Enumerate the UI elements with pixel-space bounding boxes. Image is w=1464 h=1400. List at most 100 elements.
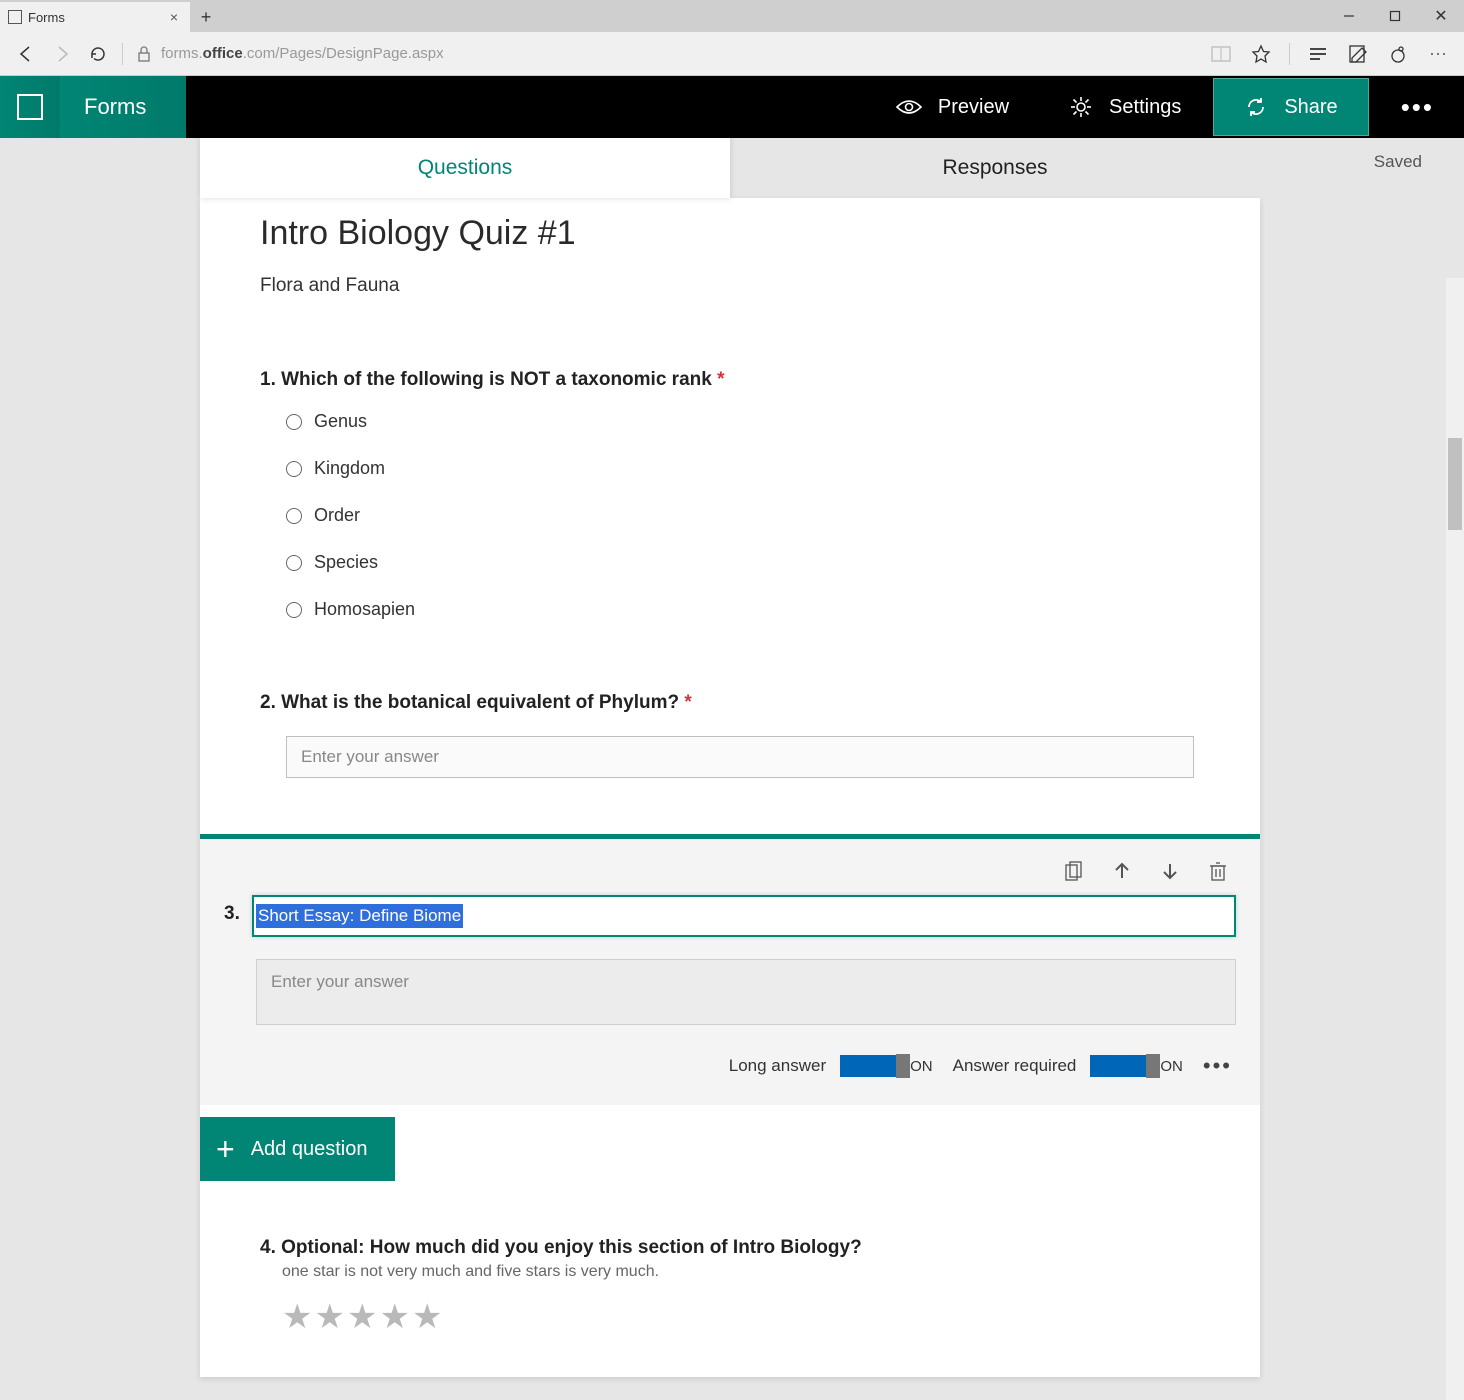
long-answer-label: Long answer [729,1056,826,1076]
option-order[interactable]: Order [286,505,1200,526]
toggle-knob [896,1054,910,1078]
tab-favicon [8,10,22,24]
back-button[interactable] [8,36,44,72]
radio-icon[interactable] [286,555,302,571]
vertical-scrollbar[interactable] [1446,278,1464,1400]
tab-questions[interactable]: Questions [200,138,730,198]
selected-text: Short Essay: Define Biome [256,904,463,928]
long-answer-toggle[interactable] [840,1055,896,1077]
required-toggle[interactable] [1090,1055,1146,1077]
minimize-button[interactable] [1326,0,1372,32]
gear-icon [1069,95,1093,119]
settings-button[interactable]: Settings [1039,76,1211,138]
question-3-editing: 3. Short Essay: Define Biome Enter your … [200,834,1260,1105]
forward-arrow-icon [52,44,72,64]
question-3-title-input[interactable]: Short Essay: Define Biome [252,895,1236,937]
saved-status: Saved [1374,152,1422,172]
toggle-knob [1146,1054,1160,1078]
delete-question-button[interactable] [1206,859,1230,883]
radio-icon[interactable] [286,508,302,524]
copy-question-button[interactable] [1062,859,1086,883]
preview-button[interactable]: Preview [866,76,1039,138]
question-1-options: Genus Kingdom Order Species Homosapien [260,411,1200,620]
app-launcher[interactable] [0,76,60,138]
eye-icon [896,98,922,116]
form-title[interactable]: Intro Biology Quiz #1 [260,206,1200,253]
radio-icon[interactable] [286,602,302,618]
required-star: * [717,369,724,390]
option-species[interactable]: Species [286,552,1200,573]
star-4[interactable]: ★ [379,1297,409,1337]
app-header: Forms Preview Settings Share ••• [0,76,1464,138]
tab-title: Forms [28,10,166,25]
scrollbar-thumb[interactable] [1448,438,1462,530]
preview-label: Preview [938,96,1009,119]
required-toggle-group: Answer required ON [953,1055,1183,1077]
form-subtitle[interactable]: Flora and Fauna [260,275,1200,297]
required-label: Answer required [953,1056,1077,1076]
option-kingdom[interactable]: Kingdom [286,458,1200,479]
close-tab-icon[interactable]: × [166,9,182,25]
add-question-button[interactable]: + Add question [200,1117,395,1181]
more-icon[interactable]: ··· [1420,36,1456,72]
option-genus[interactable]: Genus [286,411,1200,432]
star-1[interactable]: ★ [282,1297,312,1337]
address-divider-2 [1289,43,1290,65]
settings-label: Settings [1109,96,1181,119]
minimize-icon [1343,10,1355,22]
question-more-button[interactable]: ••• [1203,1053,1232,1079]
url-text[interactable]: forms.office.com/Pages/DesignPage.aspx [161,45,444,62]
star-3[interactable]: ★ [347,1297,377,1337]
question-2[interactable]: 2. What is the botanical equivalent of P… [260,692,1200,778]
star-5[interactable]: ★ [412,1297,442,1337]
question-4-subtitle: one star is not very much and five stars… [260,1263,1200,1281]
address-divider [122,43,123,65]
favorite-icon[interactable] [1243,36,1279,72]
rating-stars: ★ ★ ★ ★ ★ [260,1297,1200,1337]
share-icon[interactable] [1380,36,1416,72]
question-2-answer-input[interactable]: Enter your answer [286,736,1194,778]
app-name[interactable]: Forms [60,76,186,138]
trash-icon [1210,861,1226,881]
radio-icon[interactable] [286,414,302,430]
close-window-button[interactable]: ✕ [1418,0,1464,32]
url-path: .com/Pages/DesignPage.aspx [243,45,444,62]
maximize-button[interactable] [1372,0,1418,32]
arrow-up-icon [1114,862,1130,880]
question-4[interactable]: 4. Optional: How much did you enjoy this… [260,1237,1200,1337]
required-star: * [684,692,691,713]
refresh-icon [88,44,108,64]
back-arrow-icon [16,44,36,64]
workspace: Saved Questions Responses Intro Biology … [0,138,1464,1400]
tab-responses[interactable]: Responses [730,138,1260,198]
star-2[interactable]: ★ [314,1297,344,1337]
maximize-icon [1389,10,1401,22]
office-logo-icon [17,94,43,120]
forward-button[interactable] [44,36,80,72]
plus-icon: + [216,1131,235,1168]
new-tab-button[interactable]: + [190,2,222,32]
share-button[interactable]: Share [1213,78,1368,136]
radio-icon[interactable] [286,461,302,477]
move-up-button[interactable] [1110,859,1134,883]
option-homosapien[interactable]: Homosapien [286,599,1200,620]
header-more-button[interactable]: ••• [1371,76,1464,138]
browser-address-bar: forms.office.com/Pages/DesignPage.aspx ·… [0,32,1464,76]
hub-icon[interactable] [1300,36,1336,72]
question-4-text: 4. Optional: How much did you enjoy this… [260,1237,1200,1259]
question-3-number: 3. [224,895,234,925]
question-toolbar [224,857,1236,895]
refresh-button[interactable] [80,36,116,72]
question-3-footer: Long answer ON Answer required ON ••• [200,1031,1260,1105]
reading-view-icon[interactable] [1203,36,1239,72]
sync-icon [1244,95,1268,119]
browser-tab[interactable]: Forms × [0,2,190,32]
lock-icon[interactable] [137,46,153,62]
notes-icon[interactable] [1340,36,1376,72]
move-down-button[interactable] [1158,859,1182,883]
question-1-text: 1. Which of the following is NOT a taxon… [260,369,1200,391]
url-prefix: forms. [161,45,203,62]
required-state: ON [1160,1058,1183,1075]
question-1[interactable]: 1. Which of the following is NOT a taxon… [260,369,1200,620]
address-right-icons: ··· [1203,36,1456,72]
